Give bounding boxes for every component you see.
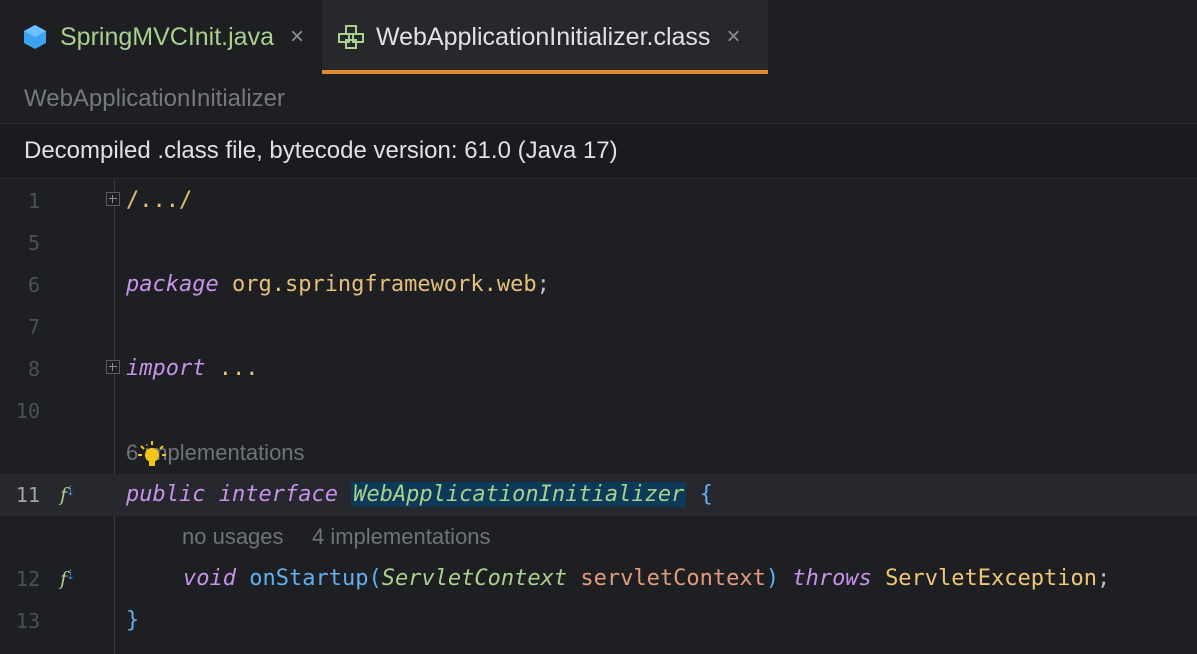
implemented-gutter-icon[interactable]: f⇣: [60, 558, 78, 603]
semicolon: ;: [536, 272, 550, 297]
line-number: 1: [27, 189, 40, 213]
editor-tab-bar: SpringMVCInit.java × WebApplicationIniti…: [0, 0, 1197, 75]
code-line-7[interactable]: 7: [0, 306, 1197, 348]
line-number: 6: [27, 273, 40, 297]
lightbulb-icon[interactable]: [137, 440, 167, 470]
folded-imports[interactable]: ...: [219, 356, 259, 381]
close-tab-icon[interactable]: ×: [290, 23, 304, 51]
open-paren: (: [368, 566, 382, 591]
line-number: 10: [15, 399, 40, 423]
line-number: 12: [15, 567, 40, 591]
folded-header[interactable]: /.../: [126, 180, 192, 222]
line-number: 5: [27, 231, 40, 255]
interface-declaration: public interface WebApplicationInitializ…: [126, 474, 713, 516]
close-paren: ): [765, 566, 780, 591]
tab-label: WebApplicationInitializer.class: [376, 22, 711, 51]
folded-region[interactable]: /.../: [126, 188, 192, 213]
semicolon: ;: [1096, 566, 1111, 591]
package-statement: package org.springframework.web;: [126, 264, 550, 306]
implementations-hint-method[interactable]: 4 implementations: [312, 524, 491, 550]
fold-expand-icon[interactable]: [106, 192, 120, 206]
closing-brace-line: }: [126, 600, 139, 642]
keyword-void: void: [183, 566, 236, 591]
import-statement: import ...: [126, 348, 258, 390]
interface-class-icon: [338, 25, 364, 49]
breadcrumb[interactable]: WebApplicationInitializer: [0, 74, 1197, 124]
param-type[interactable]: ServletContext: [382, 566, 567, 591]
keyword-public: public: [126, 482, 206, 507]
keyword-throws: throws: [792, 566, 872, 591]
param-name: servletContext: [580, 566, 766, 591]
tab-label: SpringMVCInit.java: [60, 22, 274, 51]
method-name[interactable]: onStartup: [249, 566, 368, 591]
keyword-interface: interface: [218, 482, 338, 507]
code-line-8[interactable]: 8 import ...: [0, 348, 1197, 390]
close-tab-icon[interactable]: ×: [726, 23, 740, 51]
keyword-import: import: [126, 356, 206, 381]
fold-expand-icon[interactable]: [106, 360, 120, 374]
code-line-1[interactable]: 1 /.../: [0, 180, 1197, 222]
line-number: 8: [27, 357, 40, 381]
code-line-10[interactable]: 10: [0, 390, 1197, 432]
usages-hint[interactable]: no usages: [182, 524, 284, 550]
interface-name[interactable]: WebApplicationInitializer: [351, 482, 687, 507]
code-line-5[interactable]: 5: [0, 222, 1197, 264]
line-number: 7: [27, 315, 40, 339]
method-declaration: void onStartup(ServletContext servletCon…: [183, 558, 1110, 600]
java-class-icon: [24, 25, 46, 49]
code-line-13[interactable]: 13 }: [0, 600, 1197, 642]
line-number: 13: [15, 609, 40, 633]
code-line-11[interactable]: 11 f⇣ public interface WebApplicationIni…: [0, 474, 1197, 516]
open-brace: {: [699, 482, 713, 507]
line-number: 11: [15, 483, 40, 507]
code-line-6[interactable]: 6 package org.springframework.web;: [0, 264, 1197, 306]
keyword-package: package: [126, 272, 219, 297]
exception-type[interactable]: ServletException: [885, 566, 1097, 591]
tab-springmvcinit[interactable]: SpringMVCInit.java ×: [22, 0, 304, 74]
decompiled-banner: Decompiled .class file, bytecode version…: [0, 125, 1197, 179]
package-name: org.springframework.web: [231, 272, 537, 297]
implemented-gutter-icon[interactable]: f⇣: [60, 474, 78, 519]
code-editor[interactable]: 1 /.../ 5 6 package org.springframework.…: [0, 180, 1197, 654]
tab-webapplicationinitializer[interactable]: WebApplicationInitializer.class ×: [322, 0, 768, 74]
close-brace: }: [126, 608, 140, 633]
code-line-12[interactable]: 12 f⇣ void onStartup(ServletContext serv…: [0, 558, 1197, 600]
